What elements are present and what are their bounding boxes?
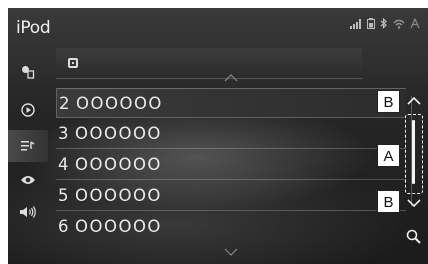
sidebar-volume-button[interactable] — [8, 196, 48, 228]
list-item-number: 2 — [59, 94, 70, 113]
battery-icon — [367, 18, 375, 29]
folder-icon — [68, 58, 78, 68]
screen: iPod 2 OOOOOO 3 OOOOOO 4 OOOOOO 5 OOOOOO… — [8, 8, 428, 264]
sidebar-list-button[interactable] — [8, 130, 48, 162]
eye-icon — [21, 176, 35, 184]
list-item-number: 6 — [58, 217, 69, 236]
list-item[interactable]: 2 OOOOOO — [56, 88, 406, 118]
scroll-up-chevron-icon — [224, 74, 238, 82]
list-item-name: OOOOOO — [75, 186, 162, 205]
list-item[interactable]: 5 OOOOOO — [56, 181, 406, 211]
list-item-name: OOOOOO — [76, 94, 163, 113]
list-item-number: 4 — [58, 155, 69, 174]
volume-icon — [20, 206, 36, 218]
list-item[interactable]: 4 OOOOOO — [56, 150, 406, 180]
app-title: iPod — [16, 18, 51, 38]
search-icon — [406, 229, 418, 241]
list-header-bar[interactable] — [56, 48, 362, 79]
sidebar-source-button[interactable] — [8, 56, 48, 88]
list-item[interactable]: 3 OOOOOO — [56, 119, 406, 149]
source-icon — [22, 66, 35, 79]
sidebar-view-button[interactable] — [8, 164, 48, 196]
chevron-up-icon — [407, 96, 421, 105]
signal-icon — [350, 19, 361, 29]
page-down-button[interactable] — [405, 196, 423, 210]
list-item[interactable]: 6 OOOOOO — [56, 212, 406, 242]
list-item-name: OOOOOO — [75, 155, 162, 174]
callout-b-top: B — [377, 90, 400, 113]
list-item-number: 3 — [58, 124, 69, 143]
sidebar-play-button[interactable] — [8, 94, 48, 126]
antenna-icon — [410, 18, 420, 29]
page-up-button[interactable] — [405, 94, 423, 108]
chevron-down-icon — [407, 199, 421, 208]
callout-b-bottom: B — [377, 190, 400, 213]
bluetooth-icon — [380, 18, 387, 29]
list-item-number: 5 — [58, 186, 69, 205]
sidebar — [8, 56, 48, 264]
list-icon — [21, 141, 35, 151]
list-item-name: OOOOOO — [75, 124, 162, 143]
list-item-name: OOOOOO — [75, 217, 162, 236]
status-bar — [350, 18, 420, 29]
scrollbar-thumb[interactable] — [412, 120, 415, 184]
callout-a: A — [377, 144, 400, 167]
search-button[interactable] — [405, 228, 423, 246]
play-icon — [21, 103, 35, 117]
wifi-icon — [393, 19, 405, 29]
scroll-down-chevron-icon — [224, 248, 238, 256]
